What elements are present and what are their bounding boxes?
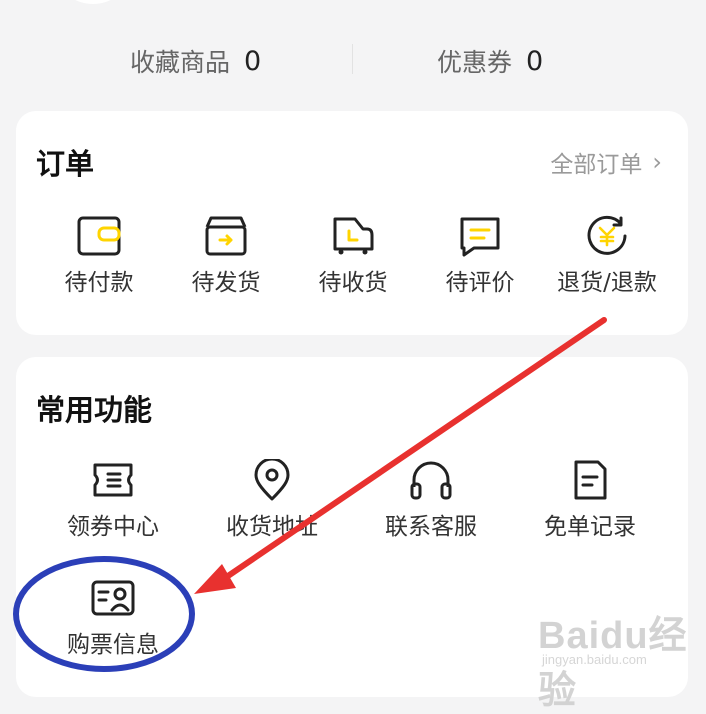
tool-customer-service[interactable]: 联系客服 bbox=[366, 459, 496, 541]
refund-icon bbox=[587, 215, 627, 255]
order-item-label: 退货/退款 bbox=[557, 270, 657, 296]
all-orders-link[interactable]: 全部订单 › bbox=[550, 145, 662, 179]
order-pending-shipment[interactable]: 待发货 bbox=[161, 215, 291, 297]
stats-divider bbox=[352, 44, 353, 74]
tool-item-label: 领券中心 bbox=[67, 514, 159, 540]
avatar bbox=[60, 0, 126, 4]
tool-ticket-info[interactable]: 购票信息 bbox=[48, 577, 178, 659]
document-icon bbox=[574, 460, 607, 500]
headset-icon bbox=[410, 461, 452, 500]
tool-address[interactable]: 收货地址 bbox=[207, 459, 337, 541]
order-refund[interactable]: 退货/退款 bbox=[542, 215, 672, 297]
tool-item-label: 免单记录 bbox=[544, 514, 636, 540]
comment-icon bbox=[460, 217, 500, 257]
order-pending-review[interactable]: 待评价 bbox=[415, 215, 545, 297]
location-icon bbox=[254, 459, 290, 501]
order-pending-receipt[interactable]: 待收货 bbox=[288, 215, 418, 297]
order-item-label: 待收货 bbox=[318, 270, 388, 296]
box-icon bbox=[205, 216, 247, 256]
favorites-count: 0 bbox=[244, 45, 262, 77]
tool-item-label: 购票信息 bbox=[67, 632, 159, 658]
orders-card: 订单 全部订单 › 待付款 待发货 待收货 待评价 退货/退款 bbox=[16, 111, 688, 335]
favorites-label: 收藏商品 bbox=[130, 48, 231, 77]
all-orders-label: 全部订单 bbox=[550, 152, 643, 178]
favorites-stat[interactable]: 收藏商品 0 bbox=[130, 38, 261, 84]
orders-title: 订单 bbox=[36, 147, 95, 181]
coupons-stat[interactable]: 优惠券 0 bbox=[437, 38, 543, 84]
order-item-label: 待评价 bbox=[445, 270, 515, 296]
tool-free-order-records[interactable]: 免单记录 bbox=[525, 459, 655, 541]
order-item-label: 待付款 bbox=[64, 270, 134, 296]
coupons-count: 0 bbox=[526, 45, 544, 77]
stats-bar: 收藏商品 0 优惠券 0 bbox=[0, 38, 706, 84]
tool-item-label: 收货地址 bbox=[226, 514, 318, 540]
order-pending-payment[interactable]: 待付款 bbox=[34, 215, 164, 297]
order-item-label: 待发货 bbox=[191, 270, 261, 296]
coupons-label: 优惠券 bbox=[437, 48, 513, 77]
wallet-icon bbox=[77, 216, 121, 256]
ticket-icon bbox=[93, 463, 133, 497]
delivery-icon bbox=[333, 217, 374, 255]
tools-title: 常用功能 bbox=[36, 393, 153, 427]
tool-coupon-center[interactable]: 领券中心 bbox=[48, 459, 178, 541]
tool-item-label: 联系客服 bbox=[385, 514, 477, 540]
chevron-right-icon: › bbox=[652, 148, 662, 176]
id-card-icon bbox=[91, 580, 135, 616]
watermark-url: jingyan.baidu.com bbox=[542, 652, 647, 667]
